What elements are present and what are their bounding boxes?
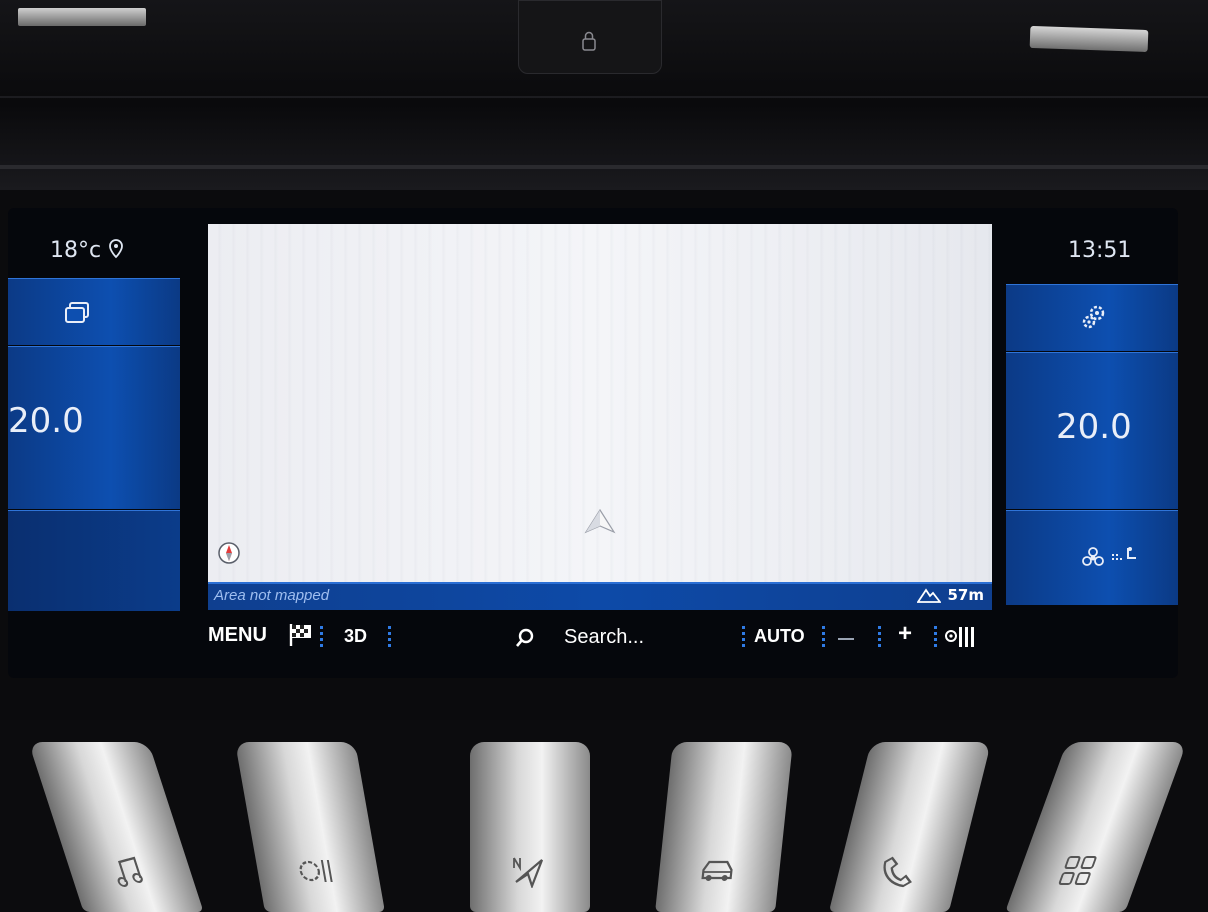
right-panel: 13:51 20.0 [1006, 208, 1178, 638]
view-3d-button[interactable]: 3D [344, 626, 367, 647]
mountain-icon [917, 588, 942, 603]
compass-icon[interactable] [218, 542, 240, 564]
vehicle-icon [701, 860, 733, 881]
infotainment-screen: 18°c 20.0 13:51 20.0 Area not mapped 57m… [8, 208, 1178, 678]
apps-key[interactable] [1005, 742, 1187, 912]
toolbar-separator [822, 626, 825, 648]
zoom-in-button[interactable]: + [898, 620, 912, 648]
outside-temp-value: 18°c [50, 238, 102, 263]
auto-zoom-button[interactable]: AUTO [754, 626, 805, 647]
area-status-text: Area not mapped [214, 587, 330, 604]
bezel-line-top [0, 96, 1208, 98]
left-panel: 18°c 20.0 [8, 208, 180, 638]
toolbar-separator [934, 626, 937, 648]
right-temperature: 20.0 [1056, 407, 1132, 447]
map-background [208, 224, 992, 608]
chrome-trim-right [1029, 25, 1149, 53]
gears-icon [1082, 305, 1105, 329]
map-status-bar: Area not mapped 57m [208, 582, 992, 610]
left-temperature: 20.0 [8, 401, 84, 441]
lock-icon [582, 31, 596, 51]
right-climate-button[interactable] [1006, 510, 1178, 605]
outside-temperature: 18°c [50, 238, 124, 263]
altitude-display: 57m [917, 586, 984, 604]
left-temperature-control[interactable]: 20.0 [8, 346, 180, 509]
apps-icon [1058, 856, 1097, 885]
checkered-flag-icon[interactable] [288, 622, 314, 648]
climate-key[interactable] [235, 742, 385, 912]
menu-button[interactable]: MENU [208, 624, 267, 647]
navigation-icon [513, 857, 544, 888]
windows-icon [65, 302, 89, 323]
central-lock-button[interactable] [518, 0, 662, 74]
media-key[interactable] [28, 742, 204, 912]
chrome-trim-left [18, 8, 146, 26]
phone-key[interactable] [828, 742, 992, 912]
navigation-key[interactable] [470, 742, 590, 912]
vehicle-key[interactable] [655, 742, 793, 912]
minus-icon[interactable] [838, 638, 854, 640]
windows-button[interactable] [8, 278, 180, 345]
clock: 13:51 [1068, 238, 1132, 263]
location-pin-icon [109, 239, 123, 259]
search-button[interactable]: Search... [564, 626, 644, 649]
bezel-line [0, 165, 1208, 169]
toolbar-separator [388, 626, 391, 648]
fan-icon [1082, 547, 1104, 566]
shortcut-keys [0, 720, 1208, 912]
navigation-arrow-icon [584, 508, 616, 534]
music-icon [117, 856, 143, 887]
right-temperature-control[interactable]: 20.0 [1006, 352, 1178, 509]
climate-icon [299, 860, 333, 882]
left-climate-button[interactable] [8, 510, 180, 611]
altitude-value: 57m [947, 586, 984, 604]
seat-airflow-icon [1112, 547, 1136, 560]
lane-guidance-icon[interactable] [944, 624, 978, 650]
settings-button[interactable] [1006, 284, 1178, 351]
navigation-map[interactable] [208, 224, 992, 608]
magnifier-icon[interactable] [514, 627, 536, 649]
toolbar-separator [878, 626, 881, 648]
toolbar-separator [320, 626, 323, 648]
map-toolbar: MENU 3D Search... AUTO + [208, 618, 992, 658]
toolbar-separator [742, 626, 745, 648]
phone-icon [883, 856, 912, 888]
